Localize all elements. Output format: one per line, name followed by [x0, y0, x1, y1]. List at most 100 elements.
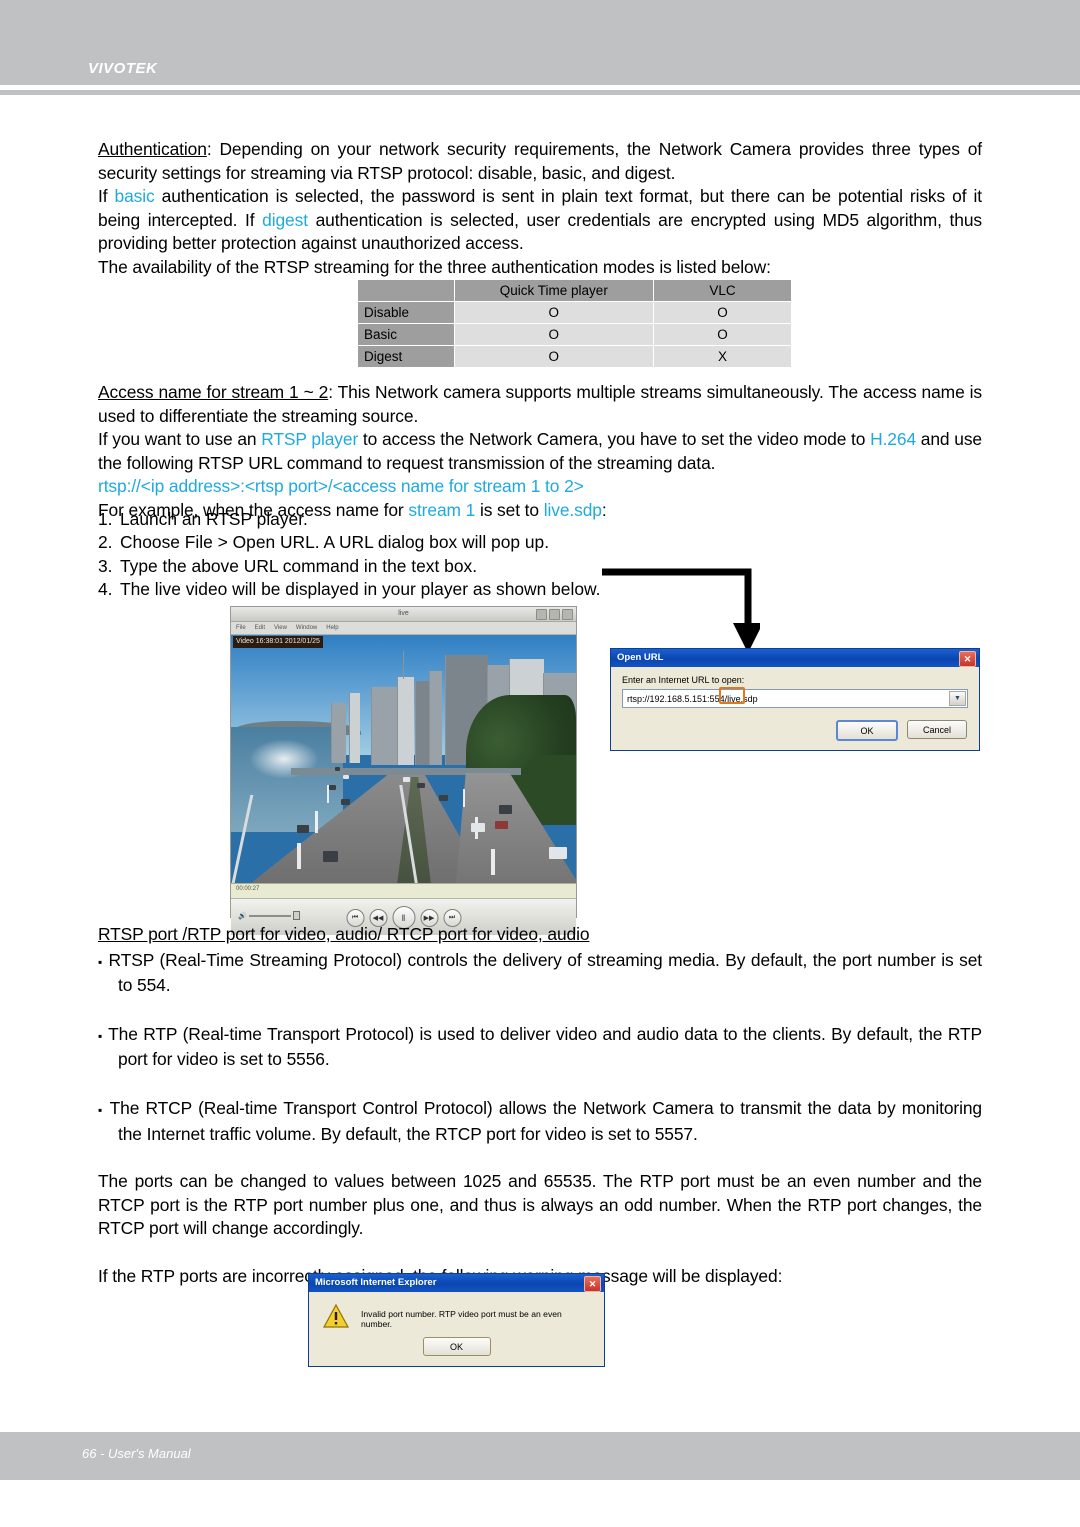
authentication-paragraph: Authentication: Depending on your networ…: [98, 138, 982, 185]
document-content: Authentication: Depending on your networ…: [98, 138, 982, 280]
cell-digest-vlc: X: [654, 346, 791, 367]
step-number: 3.: [98, 555, 113, 576]
player-title-bar: live: [231, 607, 576, 622]
minimize-icon[interactable]: [536, 609, 547, 620]
table-corner-cell: [358, 280, 454, 301]
open-url-dialog: Open URL ✕ Enter an Internet URL to open…: [610, 648, 980, 751]
ports-heading: RTSP port /RTP port for video, audio/ RT…: [98, 924, 590, 944]
lane-marking: [463, 789, 465, 807]
maximize-icon[interactable]: [549, 609, 560, 620]
authentication-paragraph-2: If basic authentication is selected, the…: [98, 185, 982, 256]
column-header-vlc: VLC: [654, 280, 791, 301]
close-icon[interactable]: ✕: [959, 651, 976, 667]
step-text: Type the above URL command in the text b…: [120, 555, 478, 576]
menu-item-edit[interactable]: Edit: [255, 622, 265, 634]
auth-basic-keyword: basic: [114, 186, 155, 207]
bullet-rtcp-text: The RTCP (Real-time Transport Control Pr…: [109, 1097, 983, 1144]
player-scrubber[interactable]: 00:00:27: [231, 883, 576, 898]
close-icon[interactable]: [562, 609, 573, 620]
video-osd-timestamp: Video 16:38:01 2012/01/25: [233, 636, 323, 648]
ok-button[interactable]: OK: [836, 720, 898, 741]
lane-marking: [297, 843, 301, 869]
menu-item-file[interactable]: File: [236, 622, 246, 634]
ports-range-paragraph: The ports can be changed to values betwe…: [98, 1171, 982, 1239]
building: [397, 677, 414, 765]
quicktime-player-window: live File Edit View Window Help Video 16…: [230, 606, 577, 935]
lane-marking: [491, 849, 495, 875]
cancel-button[interactable]: Cancel: [907, 720, 967, 739]
vehicle: [403, 777, 410, 782]
access-name-paragraph: Access name for stream 1 ~ 2: This Netwo…: [98, 381, 982, 428]
warning-triangle-icon: [322, 1303, 350, 1333]
table-row: Digest O X: [358, 346, 791, 367]
vehicle: [495, 821, 508, 829]
volume-track[interactable]: [248, 914, 291, 917]
bullet-rtp-text: The RTP (Real-time Transport Protocol) i…: [108, 1023, 983, 1070]
bullet-icon: ▪: [98, 1102, 104, 1117]
vehicle: [341, 799, 350, 805]
vehicle: [549, 847, 567, 859]
bullet-rtsp-text: RTSP (Real-Time Streaming Protocol) cont…: [108, 949, 983, 996]
window-controls: [536, 609, 573, 620]
url-field-label: Enter an Internet URL to open:: [622, 675, 745, 685]
dialog-body: Enter an Internet URL to open: rtsp://19…: [611, 667, 979, 708]
rtsp-url-pattern: rtsp://<ip address>:<rtsp port>/<access …: [98, 476, 584, 497]
ie-warning-message: Invalid port number. RTP video port must…: [361, 1308, 562, 1329]
volume-knob[interactable]: [292, 911, 300, 920]
dialog-title-bar: Open URL ✕: [611, 649, 979, 667]
table-row: Basic O O: [358, 324, 791, 345]
antenna-mast: [403, 651, 404, 679]
menu-item-window[interactable]: Window: [296, 622, 317, 634]
authentication-text-1: : Depending on your network security req…: [98, 139, 982, 183]
building: [371, 687, 398, 765]
building: [429, 671, 442, 765]
vehicle: [323, 851, 338, 862]
vehicle: [471, 823, 485, 832]
close-icon[interactable]: ✕: [584, 1276, 601, 1292]
building: [415, 681, 430, 765]
menu-item-view[interactable]: View: [274, 622, 287, 634]
ok-button[interactable]: OK: [422, 1337, 491, 1356]
url-input[interactable]: rtsp://192.168.5.151:554/live.sdp ▼: [622, 687, 968, 708]
menu-item-help[interactable]: Help: [326, 622, 338, 634]
ie-warning-dialog: Microsoft Internet Explorer ✕ Invalid po…: [308, 1273, 605, 1367]
bullet-icon: ▪: [98, 954, 103, 969]
vehicle: [297, 825, 309, 833]
h264-keyword: H.264: [870, 429, 917, 450]
rtsp-availability-table: Quick Time player VLC Disable O O Basic …: [357, 279, 792, 368]
step-text: Choose File > Open URL. A URL dialog box…: [120, 532, 550, 553]
cell-basic-quicktime: O: [454, 324, 654, 345]
auth-digest-keyword: digest: [262, 209, 308, 230]
dialog-buttons: OK Cancel: [836, 720, 967, 741]
player-timecode: 00:00:27: [236, 886, 260, 892]
cell-disable-vlc: O: [654, 302, 791, 323]
bullet-rtsp: ▪ RTSP (Real-Time Streaming Protocol) co…: [98, 949, 982, 998]
access-name-section: Access name for stream 1 ~ 2: This Netwo…: [98, 381, 982, 523]
chevron-down-icon[interactable]: ▼: [949, 691, 966, 706]
rtsp-player-keyword: RTSP player: [261, 429, 359, 450]
rtsp-text-a: If you want to use an: [98, 429, 262, 450]
bullet-icon: ▪: [98, 1028, 103, 1043]
lane-marking: [315, 811, 318, 833]
list-item: 3. Type the above URL command in the tex…: [98, 555, 658, 578]
building: [349, 693, 360, 763]
column-header-quicktime: Quick Time player: [454, 280, 654, 301]
vehicle: [329, 785, 336, 790]
step-text: Launch an RTSP player.: [120, 509, 308, 529]
row-label-digest: Digest: [358, 346, 454, 367]
player-menu-bar: File Edit View Window Help: [231, 622, 576, 635]
cell-basic-vlc: O: [654, 324, 791, 345]
step-text: The live video will be displayed in your…: [120, 579, 601, 600]
bullet-rtp: ▪ The RTP (Real-time Transport Protocol)…: [98, 1023, 982, 1072]
list-item: 1. Launch an RTSP player.: [98, 508, 658, 531]
bullet-rtcp: ▪ The RTCP (Real-time Transport Control …: [98, 1097, 982, 1146]
ie-dialog-title: Microsoft Internet Explorer: [315, 1277, 437, 1288]
rtsp-text-b: to access the Network Camera, you have t…: [358, 429, 871, 450]
vehicle: [335, 767, 340, 771]
volume-control[interactable]: 🔊: [238, 911, 300, 920]
table-header-row: Quick Time player VLC: [358, 280, 791, 301]
cell-digest-quicktime: O: [454, 346, 654, 367]
list-item: 2. Choose File > Open URL. A URL dialog …: [98, 531, 658, 554]
step-number: 4.: [98, 579, 113, 600]
rtsp-steps-list: 1. Launch an RTSP player. 2. Choose File…: [98, 508, 658, 602]
